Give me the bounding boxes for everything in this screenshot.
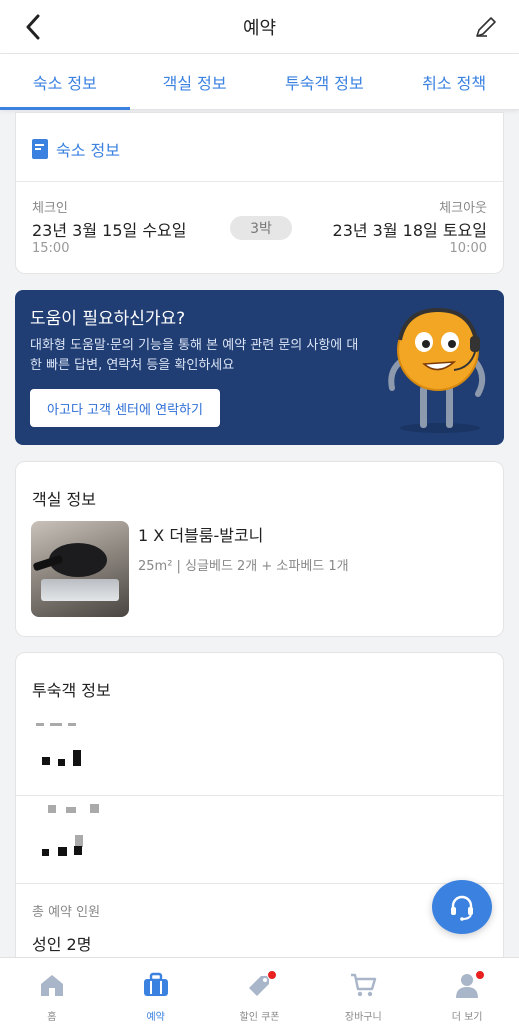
nav-cart-label: 장바구니: [344, 1012, 382, 1023]
room-name: 1 X 더블룸-발코니: [138, 526, 264, 545]
nights-badge: 3박: [230, 216, 292, 240]
divider: [16, 795, 503, 796]
property-info-pdf-link[interactable]: 숙소 정보: [32, 137, 120, 161]
nav-more[interactable]: 더 보기: [415, 958, 519, 1024]
cart-icon: [349, 972, 377, 998]
tab-room-info[interactable]: 객실 정보: [130, 54, 260, 109]
person-icon: [453, 970, 486, 998]
coupon-tag-icon: [245, 970, 278, 998]
divider: [16, 883, 503, 884]
top-bar: 예약: [0, 0, 519, 54]
page-title: 예약: [242, 17, 277, 39]
notification-badge: [267, 970, 278, 980]
home-icon: [38, 972, 66, 998]
room-photo[interactable]: [31, 521, 129, 617]
divider: [16, 181, 503, 182]
tab-property-info[interactable]: 숙소 정보: [0, 54, 130, 110]
checkin-date: 23년 3월 15일 수요일: [32, 221, 187, 240]
checkin-time: 15:00: [32, 241, 70, 256]
notification-badge: [475, 970, 486, 980]
guest-section-heading: 투숙객 정보: [32, 681, 111, 700]
help-title: 도움이 필요하신가요?: [30, 309, 186, 329]
checkin-label: 체크인: [32, 201, 68, 216]
room-photo-stove: [41, 579, 119, 601]
pdf-icon: [32, 139, 48, 159]
checkout-label: 체크아웃: [439, 201, 487, 216]
nav-home[interactable]: 홈: [0, 958, 104, 1024]
checkout-time: 10:00: [449, 241, 487, 256]
stay-summary-card: 숙소 정보 체크인 23년 3월 15일 수요일 15:00 3박 체크아웃 2…: [15, 112, 504, 274]
nav-bookings-label: 예약: [146, 1012, 165, 1023]
room-info-card: 객실 정보 1 X 더블룸-발코니 25m² | 싱글베드 2개 + 소파베드 …: [15, 461, 504, 637]
nav-bookings[interactable]: 예약: [104, 958, 208, 1024]
mascot-illustration: [388, 307, 486, 433]
total-guests-label: 총 예약 인원: [32, 905, 101, 920]
help-description: 대화형 도움말·문의 기능을 통해 본 예약 관련 문의 사항에 대한 빠른 답…: [30, 338, 359, 373]
chevron-left-icon[interactable]: [18, 12, 48, 42]
guest-info-card: 투숙객 정보 총 예약 인원 성인 2명: [15, 652, 504, 972]
checkout-date: 23년 3월 18일 토요일: [332, 221, 487, 240]
contact-support-button[interactable]: 아고다 고객 센터에 연락하기: [30, 389, 220, 427]
section-tabs: 숙소 정보 객실 정보 투숙객 정보 취소 정책: [0, 54, 519, 110]
room-section-heading: 객실 정보: [32, 490, 96, 509]
room-spec: 25m² | 싱글베드 2개 + 소파베드 1개: [138, 559, 349, 574]
nav-home-label: 홈: [47, 1012, 57, 1023]
pdf-link-label: 숙소 정보: [56, 141, 120, 160]
total-guests-value: 성인 2명: [32, 935, 92, 954]
nav-cart[interactable]: 장바구니: [311, 958, 415, 1024]
tab-cancel-policy[interactable]: 취소 정책: [389, 54, 519, 109]
briefcase-icon: [142, 972, 170, 998]
pencil-icon[interactable]: [473, 14, 499, 40]
nav-coupons[interactable]: 할인 쿠폰: [208, 958, 312, 1024]
help-banner: 도움이 필요하신가요? 대화형 도움말·문의 기능을 통해 본 예약 관련 문의…: [15, 290, 504, 445]
bottom-navigation: 홈 예약 할인 쿠폰 장바구니 더 보기: [0, 957, 519, 1024]
support-chat-button[interactable]: [432, 880, 492, 934]
nav-more-label: 더 보기: [451, 1012, 483, 1023]
tab-guest-info[interactable]: 투숙객 정보: [260, 54, 390, 109]
headset-icon: [451, 895, 473, 921]
nav-coupons-label: 할인 쿠폰: [239, 1012, 280, 1023]
